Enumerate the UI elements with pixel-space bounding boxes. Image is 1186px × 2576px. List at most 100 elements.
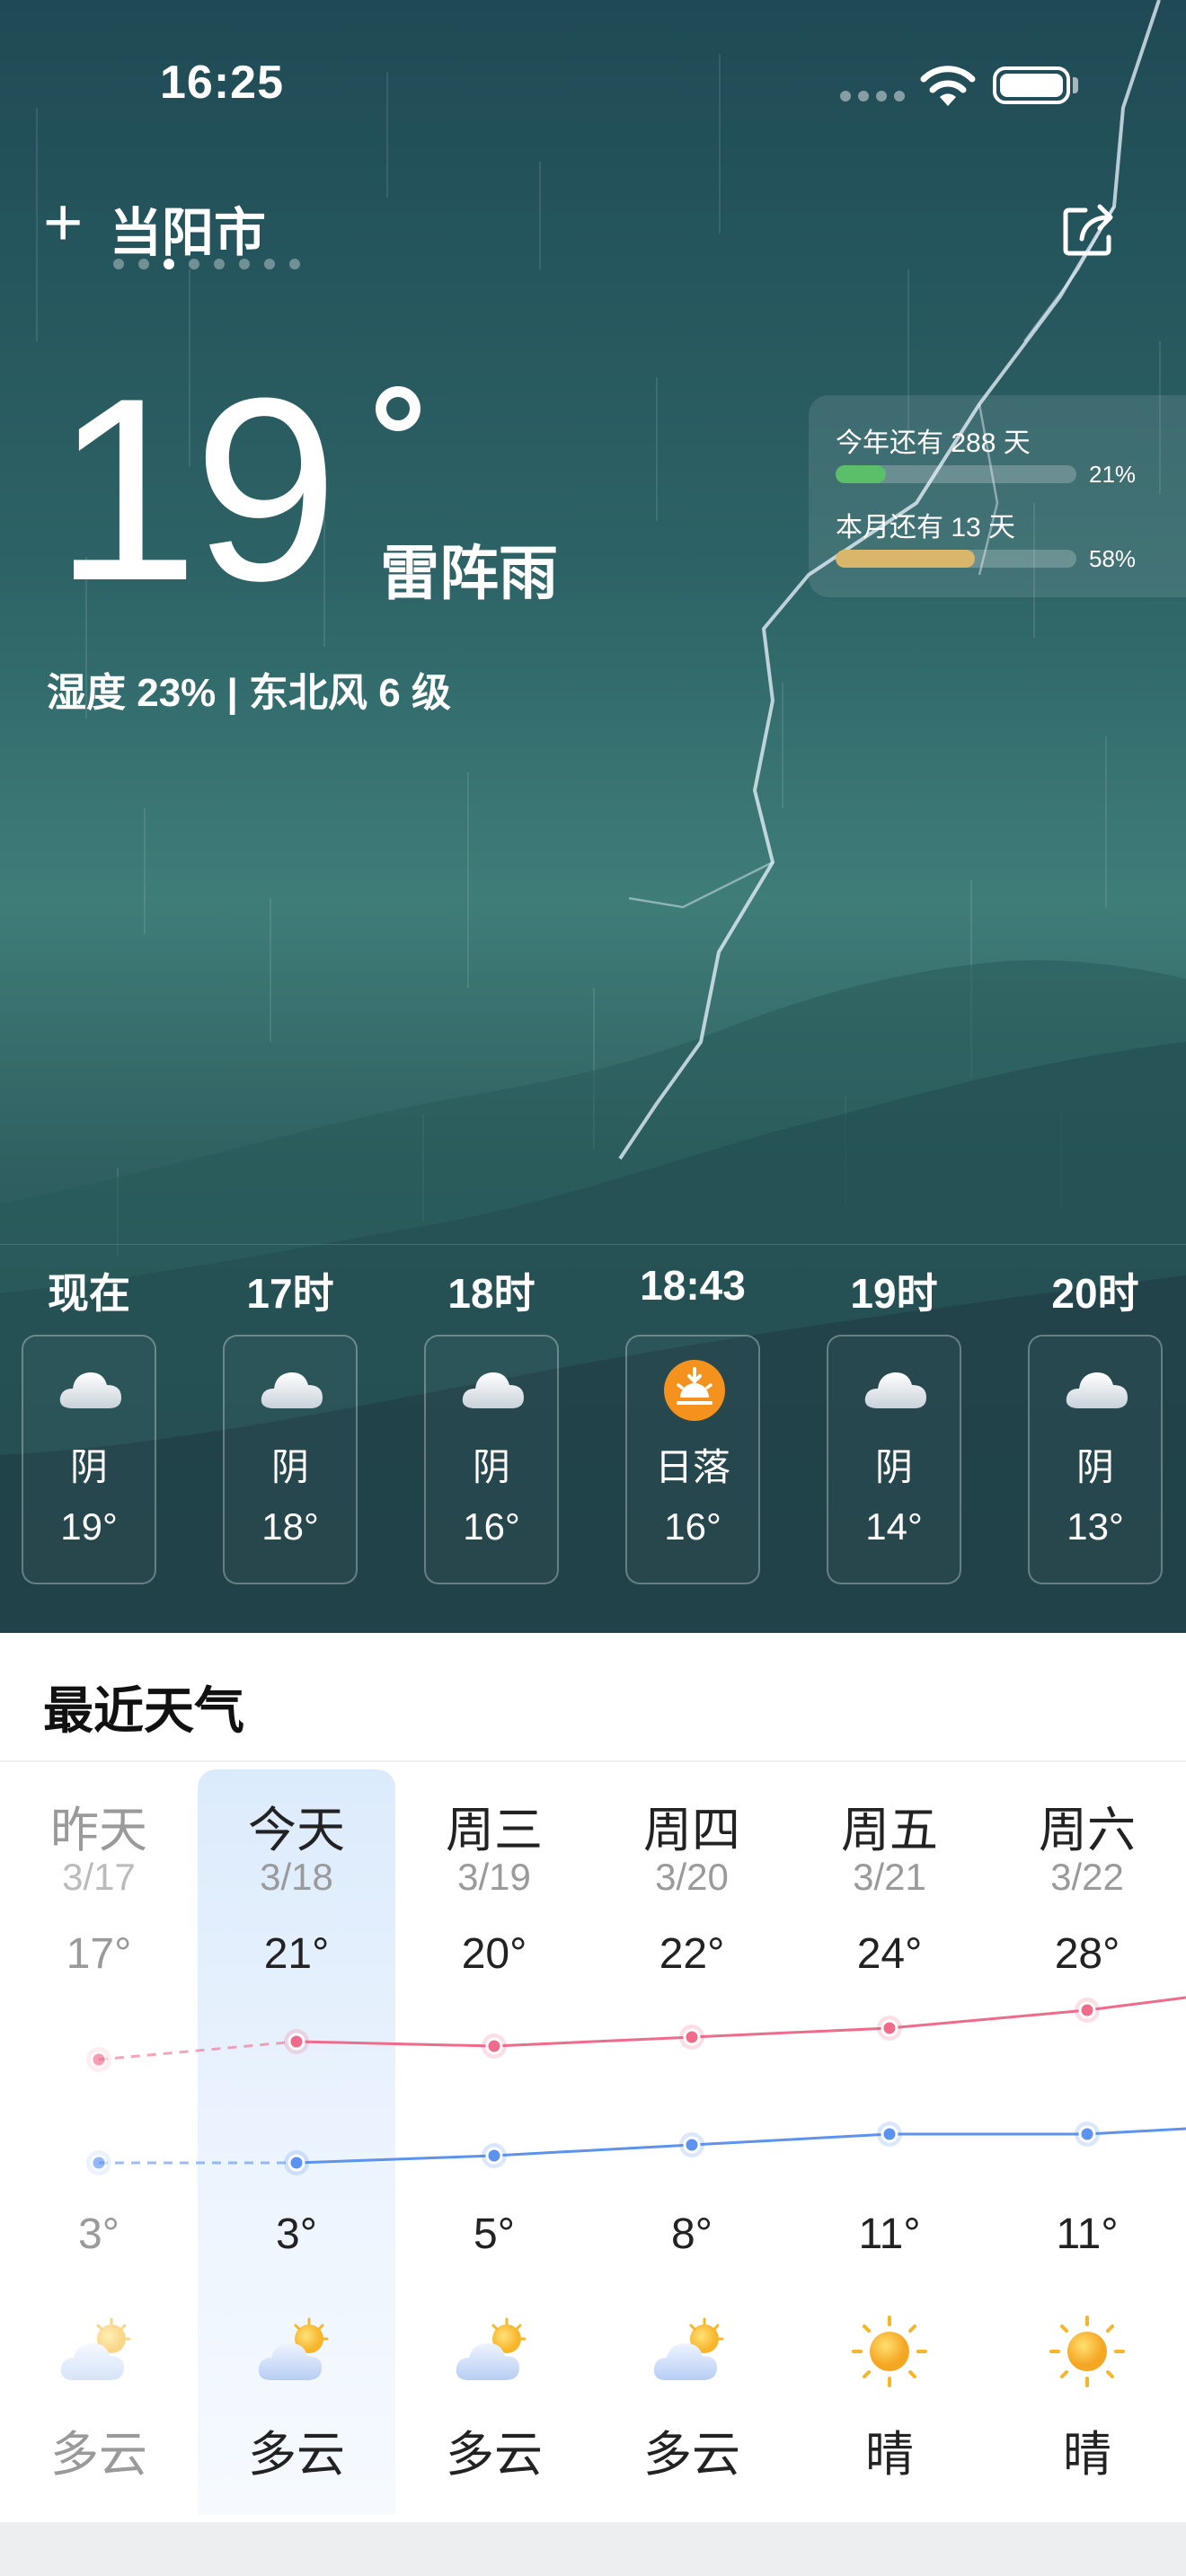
day-high-temp: 21° [263, 1930, 330, 1978]
partly-cloudy-icon [54, 2316, 144, 2387]
high-temp-point [683, 2028, 701, 2046]
month-progress-percent: 58% [1089, 545, 1137, 572]
low-temp-line [296, 2127, 1186, 2165]
month-progress-label: 本月还有 13 天 [836, 513, 1016, 543]
low-temp-point-halo [86, 2150, 111, 2175]
day-low-temp: 3° [78, 2210, 119, 2258]
hour-temperature: 16° [664, 1505, 721, 1548]
low-temp-point-halo [679, 2132, 704, 2157]
daily-forecast-section: 最近天气 昨天 3/17 17° 3° 多云 今天 3/18 21° 3° 多云 周三 3/19 20°… [0, 1633, 1186, 2522]
low-temp-point [881, 2125, 898, 2143]
day-high-temp: 24° [856, 1930, 923, 1978]
low-temp-point [485, 2147, 503, 2165]
hour-card[interactable]: 阴 18° [223, 1335, 358, 1584]
page-dot [113, 259, 124, 269]
bottom-strip [0, 2522, 1186, 2576]
hour-card[interactable]: 日落 16° [625, 1335, 760, 1584]
low-temp-point-halo [1075, 2122, 1100, 2147]
day-name: 周六 [1039, 1804, 1136, 1857]
cloud-icon [57, 1363, 125, 1414]
low-temp-point-halo [877, 2122, 902, 2147]
hour-card[interactable]: 阴 16° [424, 1335, 559, 1584]
status-time: 16:25 [160, 57, 284, 109]
day-high-temp: 17° [66, 1930, 132, 1978]
degree-symbol [376, 386, 420, 431]
day-name: 今天 [248, 1804, 345, 1857]
high-temp-point [881, 2019, 898, 2037]
year-progress-percent: 21% [1089, 461, 1137, 488]
day-high-temp: 22° [659, 1930, 725, 1978]
hour-time: 现在 [48, 1270, 130, 1317]
month-progress-track [836, 550, 1076, 568]
day-low-temp: 5° [474, 2210, 515, 2258]
hour-card[interactable]: 阴 14° [827, 1335, 961, 1584]
page-dot [138, 259, 149, 269]
day-condition: 多云 [248, 2428, 345, 2482]
cloud-icon [862, 1363, 930, 1414]
day-condition: 多云 [446, 2428, 543, 2482]
hour-temperature: 18° [261, 1505, 319, 1548]
partly-cloudy-icon [252, 2316, 341, 2387]
page-dot [214, 259, 225, 269]
battery-icon [993, 66, 1070, 104]
cellular-signal-icon [840, 91, 905, 101]
day-low-temp: 11° [858, 2210, 921, 2258]
day-date: 3/20 [655, 1856, 729, 1898]
day-date: 3/22 [1050, 1856, 1124, 1898]
day-low-temp: 3° [276, 2210, 317, 2258]
high-temp-line [296, 1996, 1186, 2048]
day-date: 3/19 [457, 1856, 531, 1898]
hour-condition: 阴 [874, 1446, 913, 1488]
day-name: 周五 [841, 1804, 938, 1857]
hour-time: 17时 [246, 1270, 334, 1317]
day-name: 周三 [446, 1804, 543, 1857]
year-progress-track [836, 465, 1076, 483]
hour-time: 18:43 [640, 1262, 746, 1309]
status-bar: 16:25 [0, 0, 1186, 126]
low-temp-point-halo [482, 2143, 507, 2168]
day-low-temp: 11° [1056, 2210, 1119, 2258]
share-icon[interactable] [1058, 198, 1121, 260]
divider [0, 1760, 1186, 1762]
page-dot [164, 259, 174, 269]
year-progress-fill [836, 465, 887, 483]
cloud-icon [459, 1363, 527, 1414]
day-condition: 晴 [865, 2428, 914, 2482]
sun-icon [845, 2316, 934, 2387]
day-high-temp: 20° [461, 1930, 527, 1978]
day-low-temp: 8° [671, 2210, 712, 2258]
day-high-temp: 28° [1054, 1930, 1120, 1978]
daily-forecast-title: 最近天气 [43, 1682, 244, 1739]
current-temperature: 19 [54, 344, 339, 635]
partly-cloudy-icon [449, 2316, 539, 2387]
sun-icon [1042, 2316, 1132, 2387]
hour-time: 19时 [850, 1270, 938, 1317]
day-condition: 多云 [643, 2428, 740, 2482]
hour-temperature: 14° [865, 1505, 923, 1548]
hour-temperature: 16° [463, 1505, 520, 1548]
hour-condition: 阴 [472, 1446, 510, 1488]
page-dot [289, 259, 300, 269]
day-condition: 多云 [50, 2428, 147, 2482]
hour-card[interactable]: 阴 19° [22, 1335, 156, 1584]
temperature-trend-chart [86, 1996, 1186, 2175]
day-date: 3/17 [62, 1856, 136, 1898]
day-name: 昨天 [50, 1804, 147, 1857]
page-dot [264, 259, 275, 269]
day-date: 3/18 [260, 1856, 333, 1898]
top-bar: + 当阳市 [0, 180, 1186, 287]
cloud-icon [258, 1363, 326, 1414]
high-temp-point-halo [1075, 1998, 1100, 2023]
battery-cap [1073, 77, 1078, 93]
hour-condition: 日落 [654, 1446, 730, 1488]
city-name[interactable]: 当阳市 [110, 190, 266, 266]
hour-card[interactable]: 阴 13° [1028, 1335, 1163, 1584]
hour-time: 18时 [447, 1270, 535, 1317]
hourly-forecast[interactable]: 现在阴 19° 17时阴 18° 18时阴 16° 18:43 日落 16° 19时阴 14° 20时… [0, 1244, 1186, 1636]
day-date: 3/21 [853, 1856, 926, 1898]
high-temp-point [1078, 2001, 1096, 2019]
plus-icon[interactable]: + [43, 189, 83, 257]
year-progress-label: 今年还有 288 天 [836, 428, 1031, 458]
high-temp-point [90, 2051, 108, 2069]
low-temp-point [683, 2136, 701, 2154]
